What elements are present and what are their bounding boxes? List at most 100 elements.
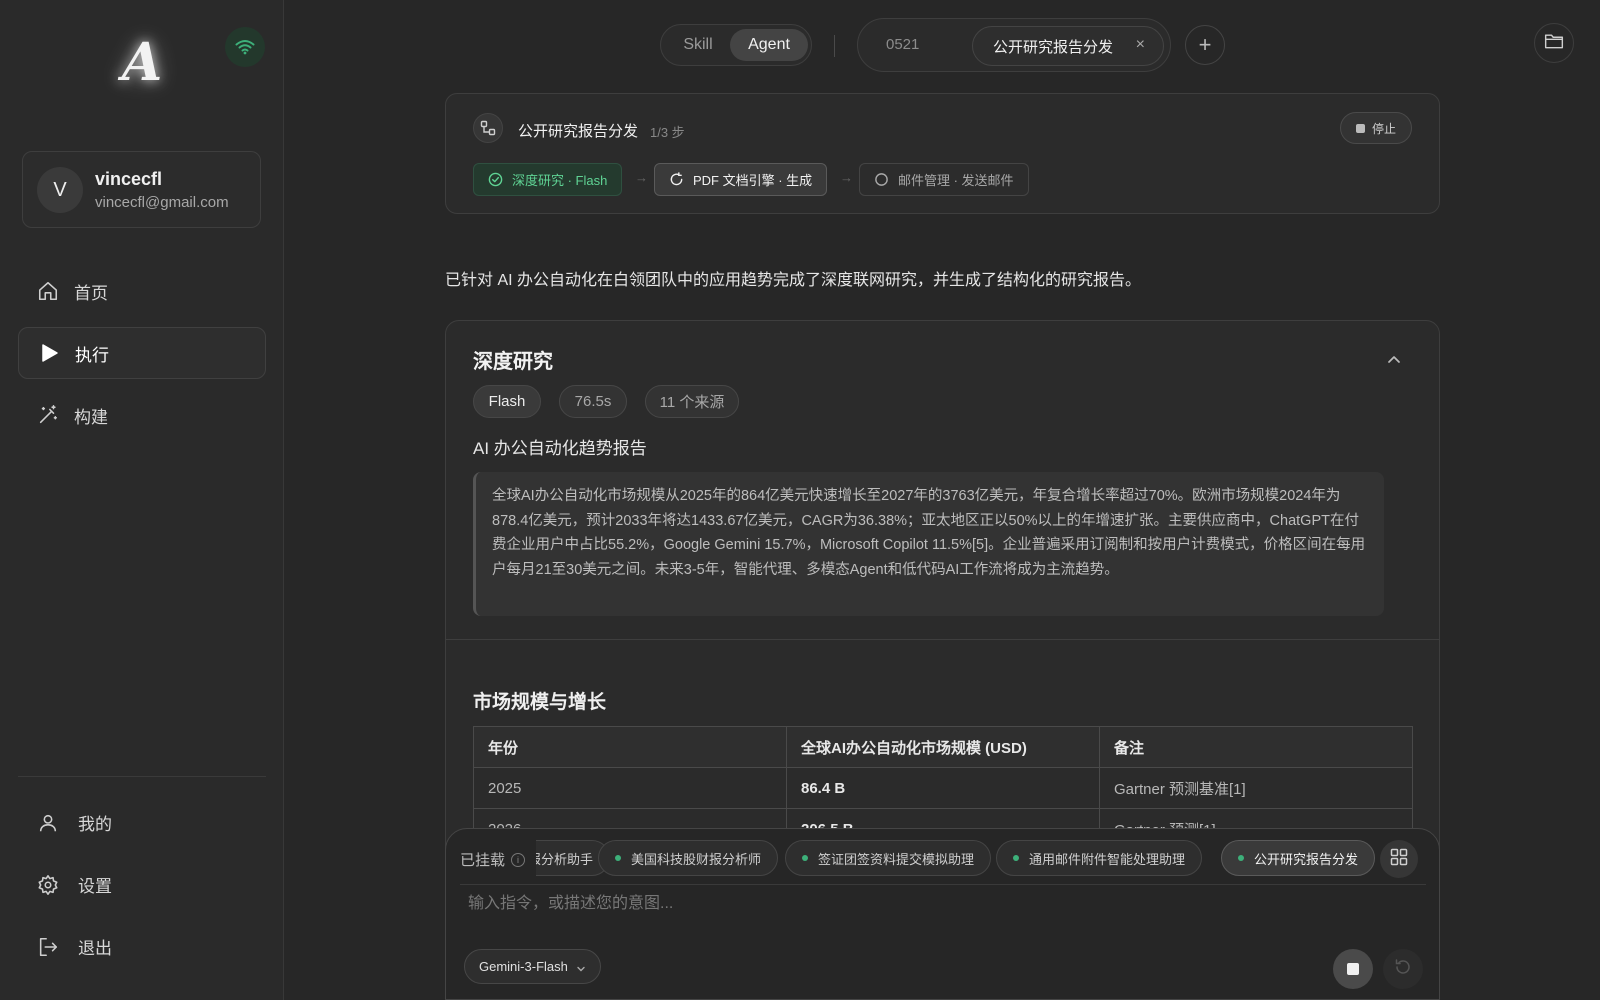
sidebar-item-profile[interactable]: 我的	[36, 810, 112, 835]
section-divider	[446, 639, 1439, 640]
sidebar-divider	[18, 776, 266, 777]
sidebar: A V vincecfl vincecfl@gmail.com 首页 执行 构建…	[0, 0, 284, 1000]
topbar-divider	[834, 35, 835, 57]
plus-icon: +	[1198, 32, 1212, 57]
magic-wand-icon	[36, 403, 60, 427]
table-row: 2025 86.4 B Gartner 预测基准[1]	[473, 767, 1413, 809]
workflow-step-counter: 1/3 步	[650, 125, 685, 140]
composer-divider	[460, 884, 1426, 885]
folder-button[interactable]	[1534, 23, 1574, 63]
status-dot	[1238, 855, 1244, 861]
user-name: vincecfl	[95, 169, 163, 189]
skills-scroller[interactable]: 研报分析助手 美国科技股财报分析师 签证团签资料提交模拟助理 通用邮件附件智能处…	[536, 840, 1392, 878]
sidebar-item-settings[interactable]: 设置	[36, 872, 112, 897]
user-email: vincecfl@gmail.com	[95, 194, 229, 211]
avatar: V	[37, 167, 83, 213]
tab-label: 公开研究报告分发	[993, 38, 1114, 56]
command-input[interactable]	[468, 889, 1408, 919]
chevron-down-icon	[576, 962, 586, 972]
skill-chip-active[interactable]: 公开研究报告分发	[1221, 840, 1376, 876]
step-arrow: →	[840, 170, 853, 185]
sidebar-item-logout[interactable]: 退出	[36, 934, 112, 959]
assistant-message: 已针对 AI 办公自动化在白领团队中的应用趋势完成了深度联网研究，并生成了结构化…	[445, 272, 1142, 289]
skill-label: 美国科技股财报分析师	[631, 851, 762, 867]
step-label: 邮件管理 · 发送邮件	[898, 173, 1014, 188]
app-logo-icon: A	[121, 31, 163, 93]
workflow-title: 公开研究报告分发	[518, 123, 639, 140]
mounted-skills-label: 已挂载 i	[460, 849, 526, 870]
loading-icon	[667, 171, 685, 189]
add-tab-button[interactable]: +	[1185, 25, 1225, 65]
tag-sources[interactable]: 11 个来源	[645, 385, 739, 418]
workflow-step-pdf[interactable]: PDF 文档引擎 · 生成	[654, 163, 828, 196]
tab-report-distribution[interactable]: 公开研究报告分发 ×	[972, 26, 1164, 66]
sidebar-item-label: 退出	[78, 939, 112, 958]
sidebar-item-execute[interactable]: 执行	[18, 327, 266, 379]
step-arrow: →	[635, 170, 648, 185]
report-abstract: 全球AI办公自动化市场规模从2025年的864亿美元快速增长至2027年的376…	[473, 472, 1384, 616]
skills-grid-button[interactable]	[1380, 840, 1418, 878]
user-icon	[36, 811, 60, 835]
chevron-up-icon[interactable]	[1385, 351, 1403, 369]
report-title: AI 办公自动化趋势报告	[473, 439, 647, 458]
play-icon	[37, 341, 61, 365]
stop-icon	[1355, 123, 1365, 133]
session-tabs: 0521 公开研究报告分发 ×	[857, 18, 1171, 72]
skill-chip[interactable]: 美国科技股财报分析师	[598, 840, 779, 876]
refresh-icon	[1394, 958, 1412, 981]
info-icon[interactable]: i	[511, 852, 526, 867]
stop-icon	[1347, 963, 1359, 975]
skill-label: 公开研究报告分发	[1254, 851, 1359, 867]
workflow-step-email[interactable]: 邮件管理 · 发送邮件	[859, 163, 1029, 196]
status-dot	[615, 855, 621, 861]
grid-icon	[1390, 848, 1408, 871]
circle-icon	[872, 171, 890, 189]
stop-generation-button[interactable]	[1333, 949, 1373, 989]
table-cell: 2025	[473, 767, 787, 809]
composer: 已挂载 i 研报分析助手 美国科技股财报分析师 签证团签资料提交模拟助理 通用邮…	[445, 828, 1440, 1000]
sidebar-item-home[interactable]: 首页	[18, 265, 266, 317]
research-title: 深度研究	[473, 351, 553, 373]
mode-switch: Skill Agent	[660, 24, 812, 66]
refresh-button[interactable]	[1383, 949, 1423, 989]
status-dot	[1013, 855, 1019, 861]
table-header: 年份	[473, 726, 787, 768]
model-label: Gemini-3-Flash	[479, 959, 568, 974]
workflow-icon	[473, 113, 503, 143]
close-icon[interactable]: ×	[1136, 36, 1145, 54]
workflow-card: 公开研究报告分发 1/3 步 停止 深度研究 · Flash → PDF 文档引…	[445, 93, 1440, 214]
stop-button[interactable]: 停止	[1340, 112, 1412, 144]
table-cell: 86.4 B	[786, 767, 1100, 809]
skill-label: 研报分析助手	[536, 851, 594, 867]
skill-chip[interactable]: 通用邮件附件智能处理助理	[996, 840, 1203, 876]
mounted-label-text: 已挂载	[460, 852, 506, 869]
status-dot	[802, 855, 808, 861]
sidebar-item-label: 构建	[74, 407, 108, 427]
step-label: 深度研究 · Flash	[512, 173, 608, 188]
sidebar-item-build[interactable]: 构建	[18, 389, 266, 441]
sidebar-item-label: 首页	[74, 283, 108, 303]
section-title: 市场规模与增长	[473, 692, 607, 713]
table-header: 全球AI办公自动化市场规模 (USD)	[786, 726, 1100, 768]
skill-label: 通用邮件附件智能处理助理	[1029, 851, 1186, 867]
stop-label: 停止	[1371, 121, 1396, 136]
tag-duration: 76.5s	[559, 385, 627, 418]
workflow-step-research[interactable]: 深度研究 · Flash	[473, 163, 623, 196]
sidebar-item-label: 我的	[78, 815, 112, 834]
check-circle-icon	[486, 171, 504, 189]
sidebar-item-label: 执行	[75, 345, 109, 365]
sidebar-item-label: 设置	[78, 877, 112, 896]
home-icon	[36, 279, 60, 303]
tag-model: Flash	[473, 385, 541, 418]
mode-option-agent[interactable]: Agent	[730, 29, 808, 61]
folder-icon	[1544, 32, 1564, 55]
mode-option-skill[interactable]: Skill	[665, 29, 731, 61]
wifi-icon[interactable]	[225, 27, 265, 67]
skill-chip[interactable]: 签证团签资料提交模拟助理	[785, 840, 992, 876]
tab-0521[interactable]: 0521	[886, 36, 919, 53]
user-card[interactable]: V vincecfl vincecfl@gmail.com	[22, 151, 261, 228]
skill-label: 签证团签资料提交模拟助理	[818, 851, 975, 867]
model-select[interactable]: Gemini-3-Flash	[464, 949, 601, 984]
table-header-row: 年份 全球AI办公自动化市场规模 (USD) 备注	[473, 726, 1413, 768]
table-cell: Gartner 预测基准[1]	[1099, 767, 1413, 809]
